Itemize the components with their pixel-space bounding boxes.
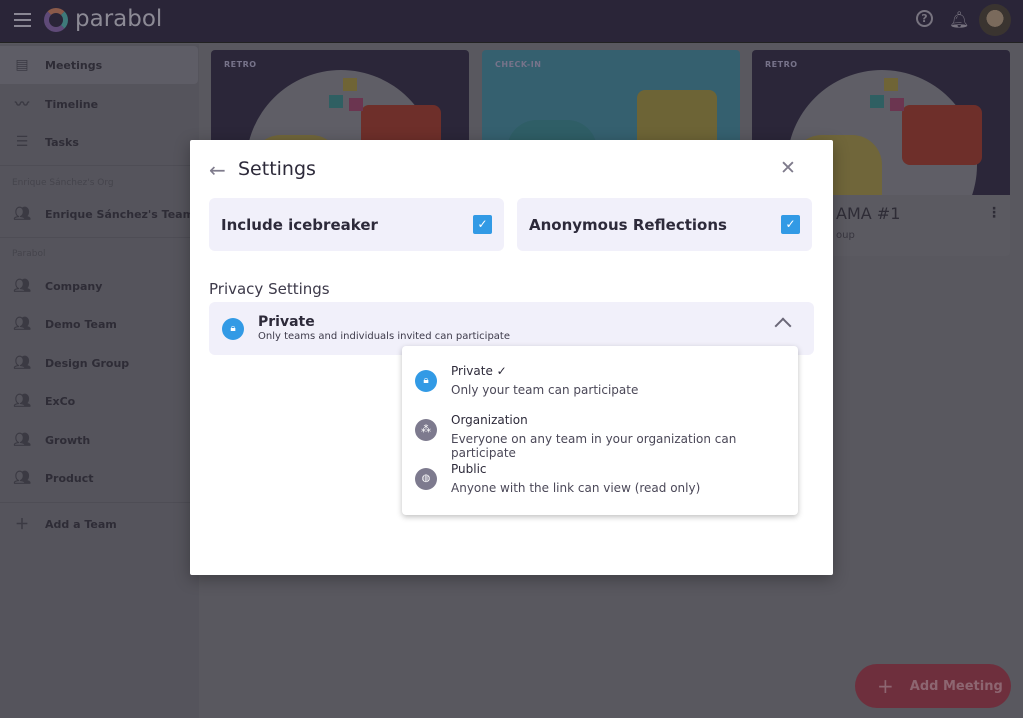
button-label: Add Meeting: [909, 678, 1003, 694]
item-description: Only your team can participate: [451, 383, 639, 397]
sidebar-item-timeline[interactable]: 〰 Timeline: [0, 85, 199, 123]
menu-item-organization[interactable]: ⁂ Organization Everyone on any team in y…: [402, 408, 798, 460]
lock-icon: 🔒︎: [222, 318, 244, 340]
team-icon: 👥︎: [13, 206, 31, 222]
divider: [0, 237, 199, 238]
chevron-up-icon[interactable]: [774, 317, 792, 335]
sidebar-item-label: Design Group: [45, 356, 130, 370]
meetings-icon: ▤: [15, 57, 29, 73]
item-description: Everyone on any team in your organizatio…: [451, 432, 737, 460]
add-team-button[interactable]: ＋ Add a Team: [0, 505, 199, 543]
sidebar-item-label: Product: [45, 471, 94, 485]
back-arrow-icon[interactable]: ←: [209, 158, 226, 182]
avatar[interactable]: [979, 4, 1011, 36]
option-label: Include icebreaker: [221, 215, 378, 234]
top-bar: parabol ? 🔔︎: [0, 0, 1023, 43]
bell-icon[interactable]: 🔔︎: [949, 10, 969, 29]
meeting-type-tag: RETRO: [224, 60, 257, 69]
menu-item-public[interactable]: ◍ Public Anyone with the link can view (…: [402, 457, 798, 503]
sidebar-item-label: Tasks: [45, 135, 79, 149]
meeting-type-tag: RETRO: [765, 60, 798, 69]
lock-icon: 🔒︎: [415, 370, 437, 392]
option-label: Anonymous Reflections: [529, 215, 727, 234]
team-icon: 👥︎: [13, 470, 31, 486]
selected-privacy-description: Only teams and individuals invited can p…: [258, 331, 510, 342]
modal-title: Settings: [238, 158, 316, 180]
selected-privacy-label: Private: [258, 314, 315, 330]
privacy-settings-heading: Privacy Settings: [209, 280, 330, 298]
team-icon: 👥︎: [13, 432, 31, 448]
card-title: AMA #1: [836, 204, 901, 223]
team-icon: 👥︎: [13, 355, 31, 371]
sidebar-team-growth[interactable]: 👥︎ Growth: [0, 421, 199, 459]
sidebar: ▤ Meetings 〰 Timeline ☰ Tasks Enrique Sánch…: [0, 44, 199, 718]
brand-name[interactable]: parabol: [75, 6, 162, 32]
sidebar-team-demo[interactable]: 👥︎ Demo Team: [0, 305, 199, 343]
menu-icon[interactable]: [14, 13, 31, 27]
org-group-label: Enrique Sánchez's Org: [12, 178, 114, 188]
sidebar-item-label: Timeline: [45, 97, 99, 111]
item-label: Organization: [451, 413, 528, 427]
anonymous-reflections-checkbox[interactable]: ✓: [781, 215, 800, 234]
meeting-type-tag: CHECK-IN: [495, 60, 542, 69]
sidebar-item-tasks[interactable]: ☰ Tasks: [0, 123, 199, 161]
anonymous-reflections-option[interactable]: Anonymous Reflections ✓: [517, 198, 812, 251]
globe-icon: ◍: [415, 468, 437, 490]
sidebar-team-enrique[interactable]: 👥︎ Enrique Sánchez's Team: [0, 195, 199, 233]
plus-icon: ＋: [15, 517, 29, 533]
card-subtitle: oup: [836, 230, 855, 241]
divider: [0, 502, 199, 503]
team-icon: 👥︎: [13, 278, 31, 294]
sidebar-item-label: Meetings: [45, 58, 103, 72]
sidebar-item-label: ExCo: [45, 394, 76, 408]
help-icon[interactable]: ?: [916, 10, 933, 27]
include-icebreaker-checkbox[interactable]: ✓: [473, 215, 492, 234]
team-icon: 👥︎: [13, 393, 31, 409]
team-icon: 👥︎: [13, 316, 31, 332]
privacy-dropdown-menu: 🔒︎ Private ✓ Only your team can particip…: [402, 346, 798, 515]
sidebar-team-product[interactable]: 👥︎ Product: [0, 459, 199, 497]
add-meeting-button[interactable]: + Add Meeting: [855, 664, 1011, 708]
timeline-icon: 〰: [15, 97, 29, 113]
tasks-icon: ☰: [15, 134, 29, 150]
settings-modal: ← Settings ✕ Include icebreaker ✓ Anonymo…: [190, 140, 833, 575]
plus-icon: +: [877, 674, 894, 698]
check-icon: ✓: [496, 364, 507, 378]
divider: [0, 165, 199, 166]
sidebar-item-label: Add a Team: [45, 517, 117, 531]
item-label: Private: [451, 364, 493, 378]
more-options-icon[interactable]: ⋮: [987, 205, 1001, 221]
sidebar-item-label: Growth: [45, 433, 91, 447]
sidebar-team-design[interactable]: 👥︎ Design Group: [0, 344, 199, 382]
item-label: Public: [451, 462, 487, 476]
close-icon[interactable]: ✕: [780, 157, 796, 179]
include-icebreaker-option[interactable]: Include icebreaker ✓: [209, 198, 504, 251]
sidebar-item-label: Demo Team: [45, 317, 117, 331]
parabol-logo-icon: [44, 8, 68, 32]
menu-item-private[interactable]: 🔒︎ Private ✓ Only your team can particip…: [402, 359, 798, 405]
sidebar-team-company[interactable]: 👥︎ Company: [0, 267, 199, 305]
group-icon: ⁂: [415, 419, 437, 441]
sidebar-team-exco[interactable]: 👥︎ ExCo: [0, 382, 199, 420]
sidebar-item-meetings[interactable]: ▤ Meetings: [0, 46, 198, 84]
sidebar-item-label: Enrique Sánchez's Team: [45, 207, 195, 221]
sidebar-item-label: Company: [45, 279, 103, 293]
item-description: Anyone with the link can view (read only…: [451, 481, 701, 495]
parabol-group-label: Parabol: [12, 249, 46, 259]
